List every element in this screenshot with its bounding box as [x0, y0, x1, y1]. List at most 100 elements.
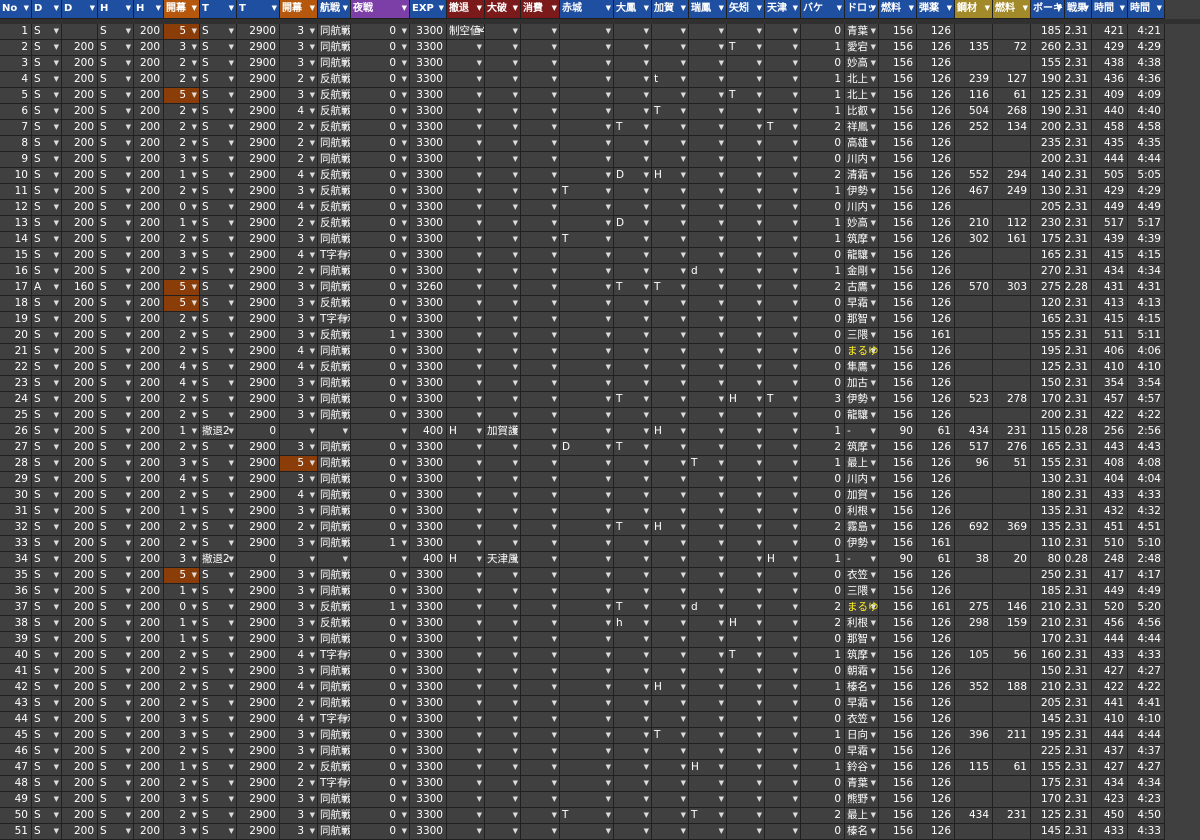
table-cell[interactable]: 112 — [993, 216, 1031, 232]
cell-dropdown-icon[interactable]: ▼ — [606, 632, 611, 647]
table-cell[interactable]: 早霜 ▼ — [845, 696, 879, 712]
table-cell[interactable]: ▼ — [765, 808, 801, 824]
cell-dropdown-icon[interactable]: ▼ — [606, 536, 611, 551]
table-cell[interactable]: ▼ — [689, 488, 727, 504]
cell-dropdown-icon[interactable]: ▼ — [513, 72, 518, 87]
table-cell[interactable]: 1 — [801, 88, 845, 104]
cell-dropdown-icon[interactable]: ▼ — [477, 808, 482, 823]
cell-dropdown-icon[interactable]: ▼ — [477, 648, 482, 663]
table-cell[interactable]: ▼ — [485, 184, 521, 200]
cell-dropdown-icon[interactable]: ▼ — [310, 552, 315, 567]
cell-dropdown-icon[interactable]: ▼ — [402, 536, 407, 551]
table-cell[interactable] — [993, 824, 1031, 840]
table-cell[interactable]: 275 — [1031, 280, 1065, 296]
table-cell[interactable]: S ▼ — [32, 760, 62, 776]
table-cell[interactable]: 4 ▼ — [280, 712, 318, 728]
table-cell[interactable]: 200 — [134, 728, 164, 744]
table-cell[interactable]: ▼ — [765, 600, 801, 616]
table-cell[interactable]: 200 — [1031, 408, 1065, 424]
table-cell[interactable]: 3 ▼ — [164, 792, 200, 808]
table-cell[interactable]: S ▼ — [200, 632, 237, 648]
cell-dropdown-icon[interactable]: ▼ — [719, 56, 724, 71]
table-cell[interactable]: S ▼ — [32, 104, 62, 120]
cell-dropdown-icon[interactable]: ▼ — [54, 392, 59, 407]
cell-dropdown-icon[interactable]: ▼ — [871, 520, 876, 535]
cell-dropdown-icon[interactable]: ▼ — [681, 360, 686, 375]
cell-dropdown-icon[interactable]: ▼ — [757, 408, 762, 423]
table-cell[interactable]: 161 — [917, 328, 955, 344]
table-cell[interactable] — [993, 744, 1031, 760]
cell-dropdown-icon[interactable]: ▼ — [229, 808, 234, 823]
cell-dropdown-icon[interactable]: ▼ — [229, 280, 234, 295]
table-cell[interactable]: T ▼ — [614, 520, 652, 536]
table-cell[interactable]: 2900 — [237, 120, 280, 136]
table-cell[interactable]: S ▼ — [98, 296, 134, 312]
cell-dropdown-icon[interactable]: ▼ — [757, 280, 762, 295]
table-cell[interactable] — [993, 376, 1031, 392]
table-cell[interactable]: 200 — [134, 680, 164, 696]
table-cell[interactable]: d ▼ — [689, 264, 727, 280]
table-cell[interactable]: ▼ — [447, 168, 485, 184]
table-cell[interactable]: 2900 — [237, 200, 280, 216]
cell-dropdown-icon[interactable]: ▼ — [477, 632, 482, 647]
cell-dropdown-icon[interactable]: ▼ — [681, 24, 686, 39]
table-cell[interactable]: ▼ — [614, 648, 652, 664]
cell-dropdown-icon[interactable]: ▼ — [54, 312, 59, 327]
table-cell[interactable]: 36 — [0, 584, 32, 600]
table-cell[interactable]: 同航戦 ▼ — [318, 808, 351, 824]
table-cell[interactable]: 210 — [955, 216, 993, 232]
table-cell[interactable]: S ▼ — [200, 280, 237, 296]
table-cell[interactable]: 反航戦 ▼ — [318, 88, 351, 104]
table-cell[interactable]: 同航戦 ▼ — [318, 472, 351, 488]
table-cell[interactable] — [993, 712, 1031, 728]
filter-dropdown-icon[interactable]: ▼ — [719, 0, 724, 17]
table-cell[interactable] — [955, 264, 993, 280]
cell-dropdown-icon[interactable]: ▼ — [681, 232, 686, 247]
table-cell[interactable]: 3 ▼ — [280, 40, 318, 56]
table-cell[interactable]: ▼ — [765, 280, 801, 296]
table-cell[interactable]: 2.31 — [1065, 56, 1092, 72]
table-cell[interactable]: 200 — [134, 312, 164, 328]
cell-dropdown-icon[interactable]: ▼ — [757, 472, 762, 487]
table-cell[interactable]: 449 — [1092, 200, 1128, 216]
cell-dropdown-icon[interactable]: ▼ — [126, 776, 131, 791]
table-cell[interactable]: ▼ — [765, 696, 801, 712]
table-cell[interactable]: ▼ — [689, 152, 727, 168]
cell-dropdown-icon[interactable]: ▼ — [54, 408, 59, 423]
table-cell[interactable]: ▼ — [560, 264, 614, 280]
table-cell[interactable]: 200 — [134, 664, 164, 680]
table-cell[interactable]: 2900 — [237, 312, 280, 328]
table-cell[interactable]: ▼ — [485, 168, 521, 184]
cell-dropdown-icon[interactable]: ▼ — [343, 248, 348, 263]
cell-dropdown-icon[interactable]: ▼ — [719, 168, 724, 183]
cell-dropdown-icon[interactable]: ▼ — [793, 248, 798, 263]
table-cell[interactable]: ▼ — [560, 120, 614, 136]
cell-dropdown-icon[interactable]: ▼ — [793, 184, 798, 199]
table-cell[interactable]: T ▼ — [560, 808, 614, 824]
table-cell[interactable]: 2900 — [237, 472, 280, 488]
table-cell[interactable]: 200 — [62, 104, 98, 120]
table-cell[interactable]: 188 — [993, 680, 1031, 696]
table-cell[interactable]: ▼ — [652, 760, 689, 776]
table-cell[interactable]: 200 — [62, 536, 98, 552]
table-cell[interactable]: S ▼ — [32, 184, 62, 200]
table-cell[interactable]: 同航戦 ▼ — [318, 232, 351, 248]
cell-dropdown-icon[interactable]: ▼ — [126, 712, 131, 727]
table-cell[interactable]: 2900 — [237, 328, 280, 344]
table-cell[interactable]: 2900 — [237, 776, 280, 792]
table-cell[interactable]: 180 — [1031, 488, 1065, 504]
table-cell[interactable]: ▼ — [447, 648, 485, 664]
cell-dropdown-icon[interactable]: ▼ — [477, 536, 482, 551]
table-cell[interactable]: ▼ — [652, 568, 689, 584]
table-cell[interactable]: ▼ — [614, 712, 652, 728]
cell-dropdown-icon[interactable]: ▼ — [793, 232, 798, 247]
table-cell[interactable]: ▼ — [727, 56, 765, 72]
table-cell[interactable]: 0 ▼ — [351, 88, 410, 104]
cell-dropdown-icon[interactable]: ▼ — [229, 504, 234, 519]
table-cell[interactable]: T ▼ — [652, 104, 689, 120]
table-cell[interactable]: 156 — [879, 648, 917, 664]
table-cell[interactable]: ▼ — [447, 40, 485, 56]
table-cell[interactable]: 2 — [801, 120, 845, 136]
table-cell[interactable]: 150 — [1031, 376, 1065, 392]
table-cell[interactable]: ▼ — [560, 360, 614, 376]
